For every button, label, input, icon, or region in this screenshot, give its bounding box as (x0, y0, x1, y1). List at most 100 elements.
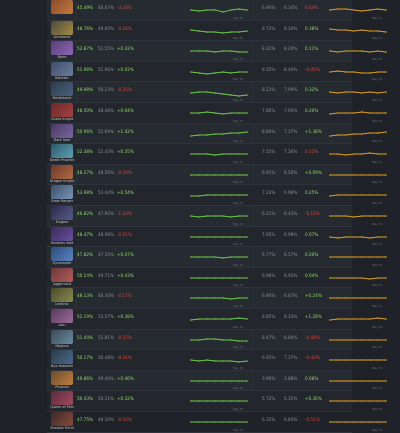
sparkline-point (369, 318, 371, 320)
hero-stats-table: 45.49% 48.67% -3.18% 6.96% 6.34% 0.64% May 31 M… (47, 0, 387, 433)
hero-portrait[interactable] (51, 103, 73, 117)
sparkline-point (214, 297, 216, 300)
hero-name[interactable]: Bane (47, 55, 77, 60)
sparkline-point (198, 318, 200, 320)
sparkline-point (238, 421, 240, 423)
hero-portrait[interactable] (51, 0, 73, 14)
sparkline-point (238, 51, 240, 53)
winrate-previous-value: 48.46% (98, 108, 114, 113)
hero-portrait[interactable] (51, 226, 73, 241)
sparkline-point (345, 28, 347, 31)
sparkline-point (206, 133, 208, 136)
pickrate-value: 7.23% (262, 190, 276, 196)
sparkline-point (369, 29, 371, 32)
table-row[interactable]: Batrider 51.98% 51.96% +0.02% 8.35% 8.40% -0.0… (47, 61, 387, 83)
table-row[interactable]: Bristleback 49.98% 50.23% -0.25% 8.22% 7.90% 0… (47, 82, 387, 103)
winrate-delta: -0.31% (117, 355, 132, 361)
table-row[interactable]: Drow Ranger 53.98% 53.44% +0.54% 7.23% 6.98% 0… (47, 185, 387, 206)
sparkline-point (246, 194, 248, 197)
table-row[interactable]: Leshrac 48.13% 48.30% -0.17% 6.90% 6.67% +0.24… (47, 288, 387, 309)
pickrate-delta: +1.28% (305, 314, 322, 319)
hero-name[interactable]: Shadow Fiend (47, 426, 77, 431)
table-row[interactable]: Dragon Knight 48.27% 48.56% -0.29% 6.91% 6.56… (47, 164, 387, 186)
sparkline-point (329, 379, 331, 382)
hero-portrait[interactable] (51, 82, 73, 97)
hero-portrait[interactable] (51, 267, 73, 282)
hero-portrait[interactable] (51, 206, 73, 220)
hero-name[interactable]: Faceless Void (47, 241, 77, 246)
sparkline-point (377, 317, 379, 319)
sparkline-point (337, 297, 339, 300)
winrate-value: 50.43% (77, 396, 93, 402)
hero-portrait[interactable] (51, 391, 73, 406)
hero-portrait[interactable] (51, 164, 73, 179)
hero-portrait[interactable] (51, 329, 73, 344)
hero-name[interactable]: Chaos Knight (47, 117, 77, 122)
sparkline-point (246, 276, 248, 279)
sparkline-point (230, 318, 232, 320)
table-row[interactable]: Chaos Knight 48.50% 48.46% +0.04% 7.80% 7.60%… (47, 103, 387, 124)
sparkline-point (369, 359, 371, 361)
table-row[interactable]: 45.49% 48.67% -3.18% 6.96% 6.34% 0.64% May 31 M… (47, 0, 387, 21)
sparkline-point (345, 91, 347, 94)
hero-portrait[interactable] (51, 309, 73, 323)
sparkline-date-label: May 31 (372, 36, 383, 41)
sparkline-point (345, 379, 347, 382)
table-row[interactable]: Bane 52.87% 52.55% +0.32% 8.31% 8.20% 0.11% May… (47, 41, 387, 62)
sparkline-point (246, 112, 248, 114)
hero-name[interactable]: Queen of Pain (47, 405, 77, 410)
hero-name[interactable]: Magnus (47, 344, 77, 349)
hero-portrait[interactable] (51, 144, 73, 159)
hero-portrait[interactable] (51, 20, 73, 35)
sparkline-point (385, 91, 387, 94)
hero-name[interactable]: Lion (47, 323, 77, 328)
hero-portrait[interactable] (51, 185, 73, 200)
hero-portrait[interactable] (51, 412, 73, 426)
hero-name[interactable]: Nyx Assassin (47, 364, 77, 369)
table-row[interactable]: Shadow Fiend 47.75% 48.30% -0.55% 6.32% 6.83%… (47, 412, 387, 433)
table-row[interactable]: Queen of Pain 50.43% 50.11% +0.32% 5.72% 5.35… (47, 391, 387, 412)
hero-portrait[interactable] (51, 247, 73, 262)
hero-name[interactable]: Dark Seer (47, 138, 77, 143)
sparkline-point (214, 400, 216, 403)
hero-portrait[interactable] (51, 123, 73, 138)
hero-portrait[interactable] (51, 61, 73, 76)
table-row[interactable]: Alchemist 48.76% 49.00% -0.24% 8.72% 8.34% 0.3… (47, 20, 387, 42)
table-row[interactable]: Gyrocopter 47.82% 47.35% +0.47% 6.77% 6.57% 0.… (47, 247, 387, 268)
sparkline-point (385, 400, 387, 403)
hero-name[interactable]: Phoenix (47, 385, 77, 390)
hero-name[interactable]: Leshrac (47, 302, 77, 307)
hero-name[interactable]: Enigma (47, 220, 77, 225)
hero-name[interactable]: Alchemist (47, 35, 77, 40)
hero-name[interactable]: Dragon Knight (47, 179, 77, 184)
table-row[interactable]: Faceless Void 48.47% 48.98% -0.51% 7.05% 6.98… (47, 226, 387, 248)
table-row[interactable]: Death Prophet 52.38% 52.43% +0.35% 7.15% 7.26… (47, 144, 387, 165)
sparkline-point (230, 94, 232, 97)
hero-name[interactable]: Drow Ranger (47, 199, 77, 204)
table-row[interactable]: Juggernaut 50.14% 49.71% +0.43% 6.96% 6.92% 0.… (47, 267, 387, 289)
hero-portrait[interactable] (51, 41, 73, 56)
pickrate-previous-value: 6.98% (284, 231, 298, 237)
hero-name[interactable]: Batrider (47, 76, 77, 81)
hero-portrait[interactable] (51, 370, 73, 385)
hero-name[interactable]: Death Prophet (47, 158, 77, 163)
sparkline-point (246, 421, 248, 423)
table-row[interactable]: Dark Seer 50.96% 51.69% +1.42% 8.80% 7.37% +1.… (47, 123, 387, 145)
table-row[interactable]: Magnus 51.44% 51.81% -0.37% 8.47% 8.84% -0.44%… (47, 329, 387, 351)
hero-name[interactable]: Gyrocopter (47, 261, 77, 266)
sparkline-point (222, 421, 224, 423)
table-row[interactable]: Nyx Assassin 50.17% 50.48% -0.31% 6.95% 7.37%… (47, 350, 387, 371)
sparkline-point (238, 379, 240, 382)
sparkline-point (377, 256, 379, 258)
table-row[interactable]: Enigma 46.82% 47.92% -1.10% 6.31% 6.43% -0.12%… (47, 206, 387, 227)
hero-portrait[interactable] (51, 288, 73, 303)
sparkline-point (361, 400, 363, 403)
table-row[interactable]: Phoenix 49.86% 49.40% +0.46% 3.96% 3.88% 0.08%… (47, 370, 387, 392)
hero-name[interactable]: Juggernaut (47, 282, 77, 287)
winrate-value: 46.82% (77, 211, 93, 216)
hero-portrait[interactable] (51, 350, 73, 365)
table-row[interactable]: Lion 52.19% 53.57% +0.38% 8.85% 8.33% +1.28% Ma… (47, 309, 387, 330)
sparkline-point (206, 50, 208, 52)
sparkline-point (329, 113, 331, 115)
hero-name[interactable]: Bristleback (47, 96, 77, 101)
